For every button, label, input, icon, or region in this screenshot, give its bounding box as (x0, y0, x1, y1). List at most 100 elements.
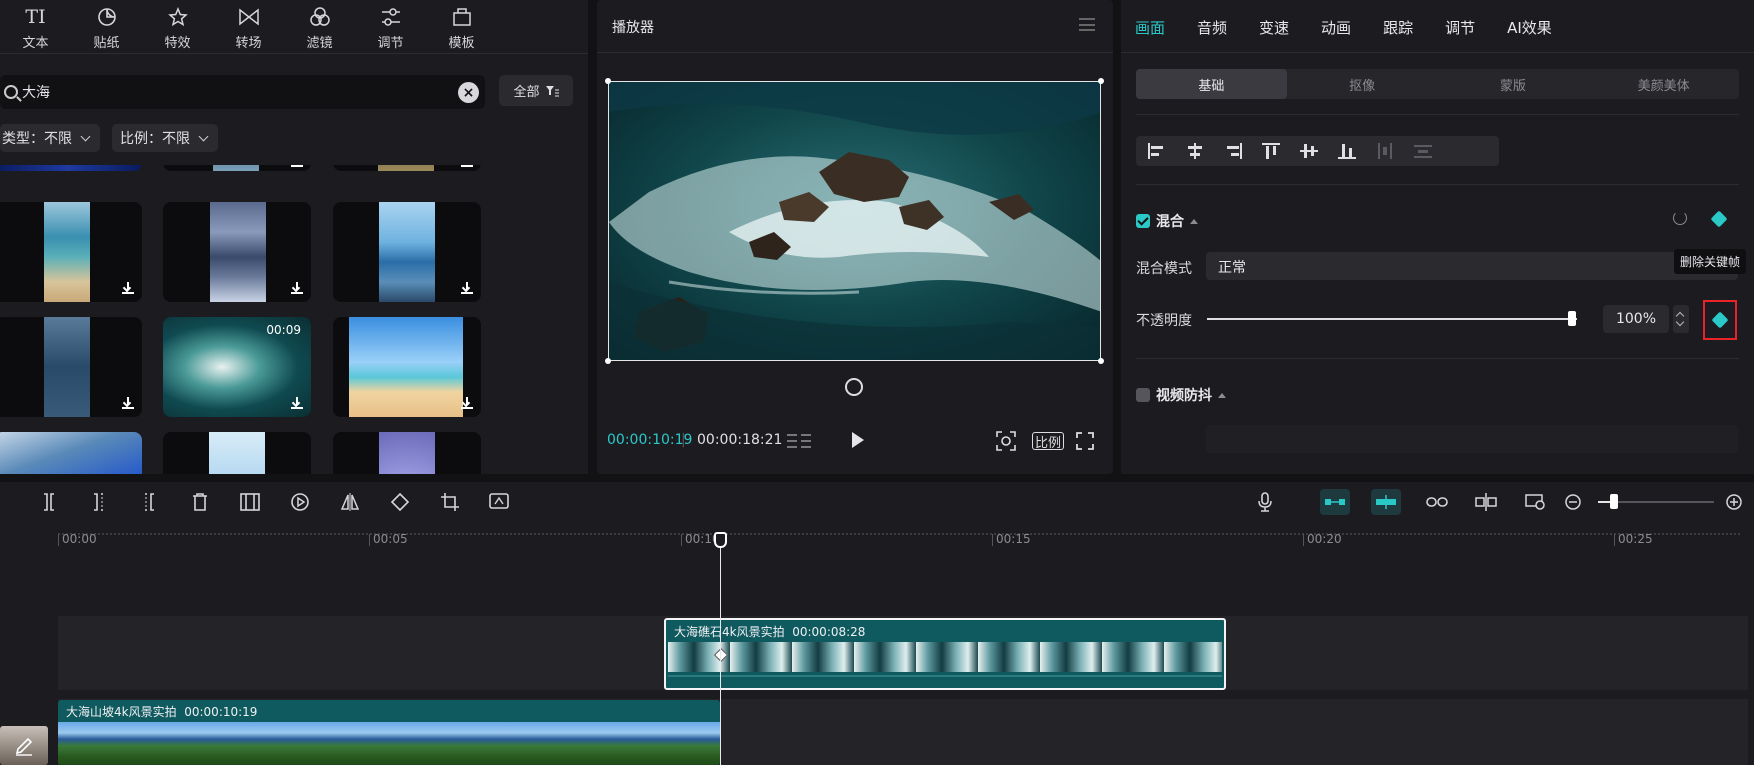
download-icon[interactable] (122, 282, 134, 294)
media-card[interactable] (0, 165, 142, 171)
opacity-slider[interactable] (1207, 318, 1577, 320)
ratio-filter-dropdown[interactable]: 比例：不限 (112, 124, 218, 152)
tab-adjust[interactable]: 调节 (1445, 17, 1475, 38)
media-card[interactable] (333, 202, 481, 302)
freeze-frame-icon[interactable] (239, 491, 261, 513)
align-right-icon[interactable] (1224, 143, 1242, 159)
play-button[interactable] (852, 432, 864, 448)
split-left-icon[interactable] (88, 491, 110, 513)
link-icon[interactable] (1426, 491, 1448, 513)
tool-tab-sticker[interactable]: 贴纸 (71, 0, 142, 52)
screenshot-zoom-icon[interactable] (1525, 491, 1547, 513)
align-left-icon[interactable] (1148, 143, 1166, 159)
split-right-icon[interactable] (138, 491, 160, 513)
subtab-mask[interactable]: 蒙版 (1438, 69, 1589, 99)
subtab-beauty[interactable]: 美颜美体 (1588, 69, 1739, 99)
fit-screen-icon[interactable] (995, 430, 1017, 452)
download-icon[interactable] (291, 165, 303, 167)
resize-handle[interactable] (605, 78, 611, 84)
type-filter-dropdown[interactable]: 类型：不限 (0, 124, 100, 152)
align-top-icon[interactable] (1262, 143, 1280, 159)
media-card[interactable] (0, 432, 142, 474)
media-card[interactable] (333, 317, 481, 417)
subtab-basic[interactable]: 基础 (1136, 69, 1287, 99)
media-card[interactable] (333, 165, 481, 171)
tool-tab-text[interactable]: TI 文本 (0, 0, 71, 52)
tool-tab-effects[interactable]: 特效 (142, 0, 213, 52)
zoom-out-icon[interactable] (1562, 491, 1584, 513)
main-track-magnet-icon[interactable] (1320, 489, 1350, 515)
clear-search-button[interactable]: × (458, 82, 479, 103)
distribute-h-icon[interactable] (1376, 143, 1394, 159)
tab-audio[interactable]: 音频 (1197, 17, 1227, 38)
media-card[interactable] (0, 202, 142, 302)
cover-thumbnail[interactable] (0, 726, 48, 765)
media-card[interactable] (163, 165, 311, 171)
timeline-clip-hillside[interactable]: 大海山坡4k风景实拍 00:00:10:19 (58, 700, 720, 765)
align-bottom-icon[interactable] (1338, 143, 1356, 159)
download-icon[interactable] (461, 165, 473, 167)
tab-speed[interactable]: 变速 (1259, 17, 1289, 38)
blend-checkbox[interactable] (1136, 214, 1150, 228)
tab-ai-effects[interactable]: AI效果 (1507, 17, 1552, 38)
blend-mode-select[interactable]: 正常 (1206, 252, 1738, 280)
ratio-button[interactable]: 比例 (1032, 432, 1064, 451)
tool-tab-template[interactable]: 模板 (426, 0, 497, 52)
stabilize-checkbox[interactable] (1136, 388, 1150, 402)
time-ruler[interactable]: 00:00 00:05 00:10 00:15 00:20 00:25 (0, 528, 1754, 558)
tab-picture[interactable]: 画面 (1135, 17, 1165, 38)
delete-keyframe-button[interactable] (1703, 300, 1737, 340)
distribute-v-icon[interactable] (1414, 143, 1432, 159)
blend-section-header[interactable]: 混合 (1136, 211, 1198, 231)
media-card[interactable] (163, 432, 311, 474)
zoom-slider-thumb[interactable] (1610, 494, 1618, 509)
tab-animation[interactable]: 动画 (1321, 17, 1351, 38)
download-icon[interactable] (461, 397, 473, 409)
align-center-v-icon[interactable] (1300, 143, 1318, 159)
opacity-stepper[interactable] (1673, 305, 1689, 333)
video-preview[interactable] (608, 81, 1101, 361)
search-input[interactable]: 大海 × (0, 75, 485, 109)
media-card[interactable] (0, 317, 142, 417)
zoom-in-icon[interactable] (1723, 491, 1745, 513)
rotate-icon[interactable] (389, 491, 411, 513)
tab-tracking[interactable]: 跟踪 (1383, 17, 1413, 38)
playhead-handle[interactable] (714, 532, 727, 548)
stabilize-section-header[interactable]: 视频防抖 (1136, 385, 1226, 405)
align-center-h-icon[interactable] (1186, 143, 1204, 159)
download-icon[interactable] (291, 282, 303, 294)
mirror-icon[interactable] (339, 491, 361, 513)
download-icon[interactable] (122, 397, 134, 409)
media-card[interactable] (163, 202, 311, 302)
opacity-input[interactable]: 100% (1603, 305, 1669, 333)
microphone-icon[interactable] (1254, 491, 1276, 513)
preview-axis-icon[interactable] (1475, 491, 1497, 513)
smart-crop-icon[interactable] (489, 491, 511, 513)
playhead[interactable] (720, 536, 721, 765)
tool-tab-transition[interactable]: 转场 (213, 0, 284, 52)
reset-icon[interactable] (1673, 211, 1687, 225)
media-card[interactable]: 00:09 (163, 317, 311, 417)
keyframe-diamond-icon[interactable] (1710, 210, 1728, 228)
menu-icon[interactable] (1079, 18, 1095, 31)
reverse-icon[interactable] (289, 491, 311, 513)
resize-handle[interactable] (605, 358, 611, 364)
tool-tab-filter[interactable]: 滤镜 (284, 0, 355, 52)
filter-all-button[interactable]: 全部 (499, 75, 573, 106)
resize-handle[interactable] (1098, 358, 1104, 364)
timeline-clip-rocks[interactable]: 大海礁石4k风景实拍 00:00:08:28 (664, 618, 1226, 690)
fullscreen-icon[interactable] (1075, 430, 1095, 452)
subtab-keying[interactable]: 抠像 (1287, 69, 1438, 99)
media-card[interactable] (333, 432, 481, 474)
download-icon[interactable] (291, 397, 303, 409)
delete-icon[interactable] (189, 491, 211, 513)
download-icon[interactable] (461, 282, 473, 294)
auto-snap-icon[interactable] (1371, 489, 1401, 515)
tool-tab-adjust[interactable]: 调节 (355, 0, 426, 52)
list-view-icon[interactable] (785, 430, 813, 452)
split-icon[interactable] (38, 491, 60, 513)
resize-handle[interactable] (1098, 78, 1104, 84)
rotate-handle[interactable] (845, 378, 863, 396)
opacity-slider-thumb[interactable] (1568, 311, 1576, 326)
crop-icon[interactable] (439, 491, 461, 513)
